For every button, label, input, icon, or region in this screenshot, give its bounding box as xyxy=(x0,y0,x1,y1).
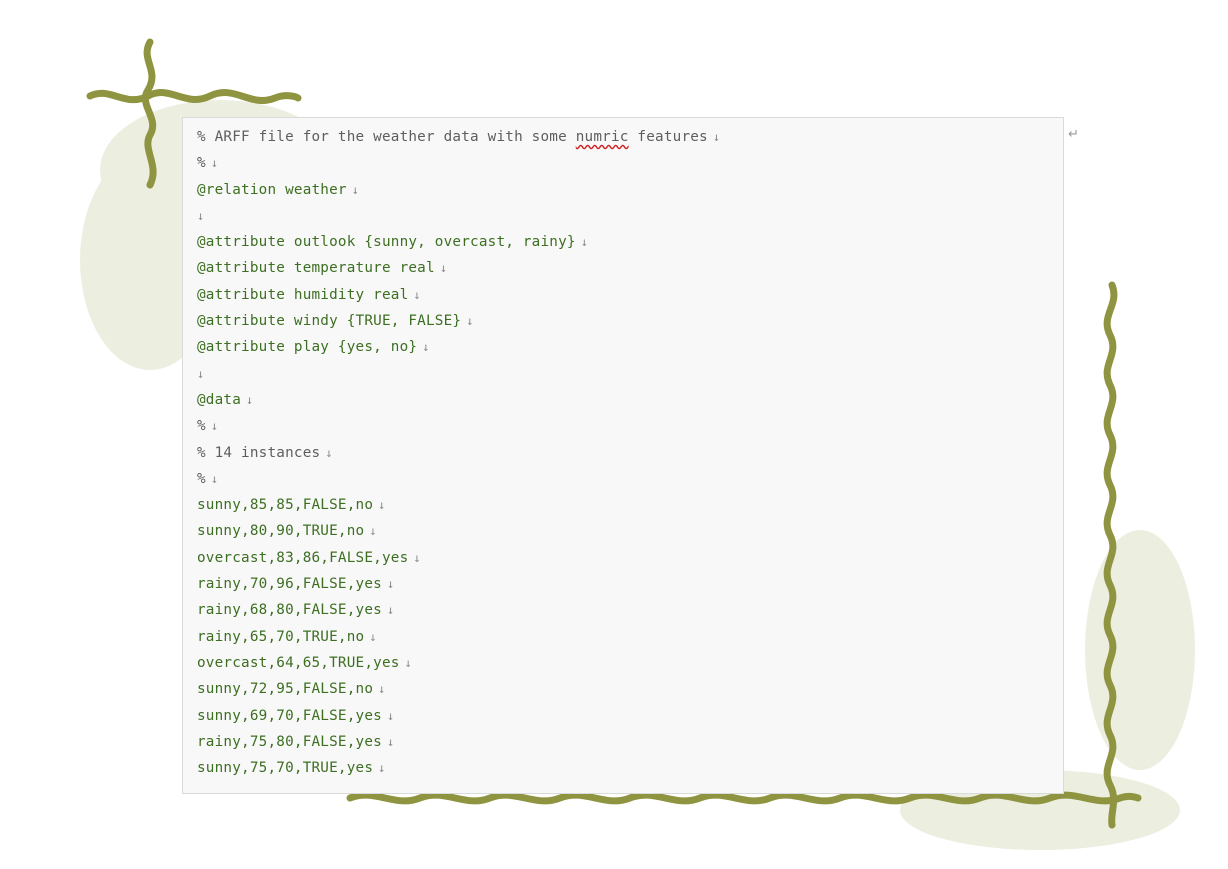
document-line: @relation weather ↓ xyxy=(197,177,1053,203)
down-arrow-mark-icon: ↓ xyxy=(439,261,448,276)
document-line: rainy,68,80,FALSE,yes ↓ xyxy=(197,597,1053,623)
document-line: sunny,69,70,FALSE,yes ↓ xyxy=(197,703,1053,729)
line-text: @attribute temperature real xyxy=(197,260,435,277)
line-text: @attribute windy {TRUE, FALSE} xyxy=(197,313,462,330)
line-text: % ARFF file for the weather data with so… xyxy=(197,129,576,145)
document-line: @attribute windy {TRUE, FALSE} ↓ xyxy=(197,308,1053,334)
down-arrow-mark-icon: ↓ xyxy=(466,314,474,329)
down-arrow-mark-icon: ↓ xyxy=(369,629,377,644)
line-text: rainy,70,96,FALSE,yes xyxy=(197,576,382,593)
line-text: sunny,80,90,TRUE,no xyxy=(197,523,365,540)
line-text: sunny,69,70,FALSE,yes xyxy=(197,707,382,724)
document-line: ↓ xyxy=(197,361,1053,387)
line-text: sunny,85,85,FALSE,no xyxy=(197,497,374,514)
line-text: rainy,65,70,TRUE,no xyxy=(197,628,365,645)
document-lines: % ARFF file for the weather data with so… xyxy=(197,124,1053,781)
line-text: @relation weather xyxy=(197,181,347,198)
document-line: rainy,65,70,TRUE,no ↓ xyxy=(197,624,1053,650)
line-text: @attribute play {yes, no} xyxy=(197,339,418,356)
document-line: @attribute play {yes, no} ↓ xyxy=(197,334,1053,360)
down-arrow-mark-icon: ↓ xyxy=(386,734,395,749)
down-arrow-mark-icon: ↓ xyxy=(197,208,205,223)
document-line: % 14 instances ↓ xyxy=(197,440,1053,466)
line-text: overcast,64,65,TRUE,yes xyxy=(197,654,400,671)
return-arrow-icon: ↵ xyxy=(1068,127,1079,142)
line-text-tail: features xyxy=(628,129,708,145)
down-arrow-mark-icon: ↓ xyxy=(413,287,421,302)
line-text: rainy,75,80,FALSE,yes xyxy=(197,733,382,750)
document-line: sunny,72,95,FALSE,no ↓ xyxy=(197,676,1053,702)
document-line: @attribute outlook {sunny, overcast, rai… xyxy=(197,229,1053,255)
document-line: % ↓ xyxy=(197,466,1053,492)
line-text: rainy,68,80,FALSE,yes xyxy=(197,602,382,619)
document-line: % ↓ xyxy=(197,150,1053,176)
down-arrow-mark-icon: ↓ xyxy=(404,655,413,670)
down-arrow-mark-icon: ↓ xyxy=(580,235,589,250)
line-text: % xyxy=(197,418,206,435)
line-text: @attribute humidity real xyxy=(197,286,409,303)
down-arrow-mark-icon: ↓ xyxy=(413,550,421,565)
down-arrow-mark-icon: ↓ xyxy=(378,682,386,697)
down-arrow-mark-icon: ↓ xyxy=(378,498,386,513)
document-line: @attribute humidity real ↓ xyxy=(197,282,1053,308)
document-line: overcast,64,65,TRUE,yes ↓ xyxy=(197,650,1053,676)
document-line: rainy,75,80,FALSE,yes ↓ xyxy=(197,729,1053,755)
document-line: @data ↓ xyxy=(197,387,1053,413)
down-arrow-mark-icon: ↓ xyxy=(351,182,360,197)
line-text: % xyxy=(197,470,206,487)
arff-document-panel: % ARFF file for the weather data with so… xyxy=(182,117,1064,794)
document-line: sunny,80,90,TRUE,no ↓ xyxy=(197,518,1053,544)
down-arrow-mark-icon: ↓ xyxy=(210,156,219,171)
document-line: @attribute temperature real ↓ xyxy=(197,255,1053,281)
document-line: % ARFF file for the weather data with so… xyxy=(197,124,1053,150)
line-text: sunny,75,70,TRUE,yes xyxy=(197,760,374,777)
document-line: overcast,83,86,FALSE,yes ↓ xyxy=(197,545,1053,571)
line-text: % 14 instances xyxy=(197,444,321,461)
line-text: @attribute outlook {sunny, overcast, rai… xyxy=(197,234,576,251)
down-arrow-mark-icon: ↓ xyxy=(422,340,430,355)
down-arrow-mark-icon: ↓ xyxy=(378,761,386,776)
document-line: sunny,85,85,FALSE,no ↓ xyxy=(197,492,1053,518)
down-arrow-mark-icon: ↓ xyxy=(210,471,219,486)
document-line: sunny,75,70,TRUE,yes ↓ xyxy=(197,755,1053,781)
down-arrow-mark-icon: ↓ xyxy=(210,419,219,434)
down-arrow-mark-icon: ↓ xyxy=(325,445,333,460)
down-arrow-mark-icon: ↓ xyxy=(386,603,395,618)
bottom-vine xyxy=(346,791,1142,805)
line-text: overcast,83,86,FALSE,yes xyxy=(197,549,409,566)
line-text: % xyxy=(197,155,206,172)
down-arrow-mark-icon: ↓ xyxy=(197,366,205,381)
document-line: rainy,70,96,FALSE,yes ↓ xyxy=(197,571,1053,597)
line-text: @data xyxy=(197,391,242,408)
document-line: % ↓ xyxy=(197,413,1053,439)
down-arrow-mark-icon: ↓ xyxy=(386,708,395,723)
down-arrow-mark-icon: ↓ xyxy=(369,524,377,539)
down-arrow-mark-icon: ↓ xyxy=(386,577,395,592)
spellcheck-flagged-word: numric xyxy=(575,129,629,145)
down-arrow-mark-icon: ↓ xyxy=(246,392,254,407)
line-text: sunny,72,95,FALSE,no xyxy=(197,681,374,698)
document-line: ↓ xyxy=(197,203,1053,229)
down-arrow-mark-icon: ↓ xyxy=(712,130,721,144)
